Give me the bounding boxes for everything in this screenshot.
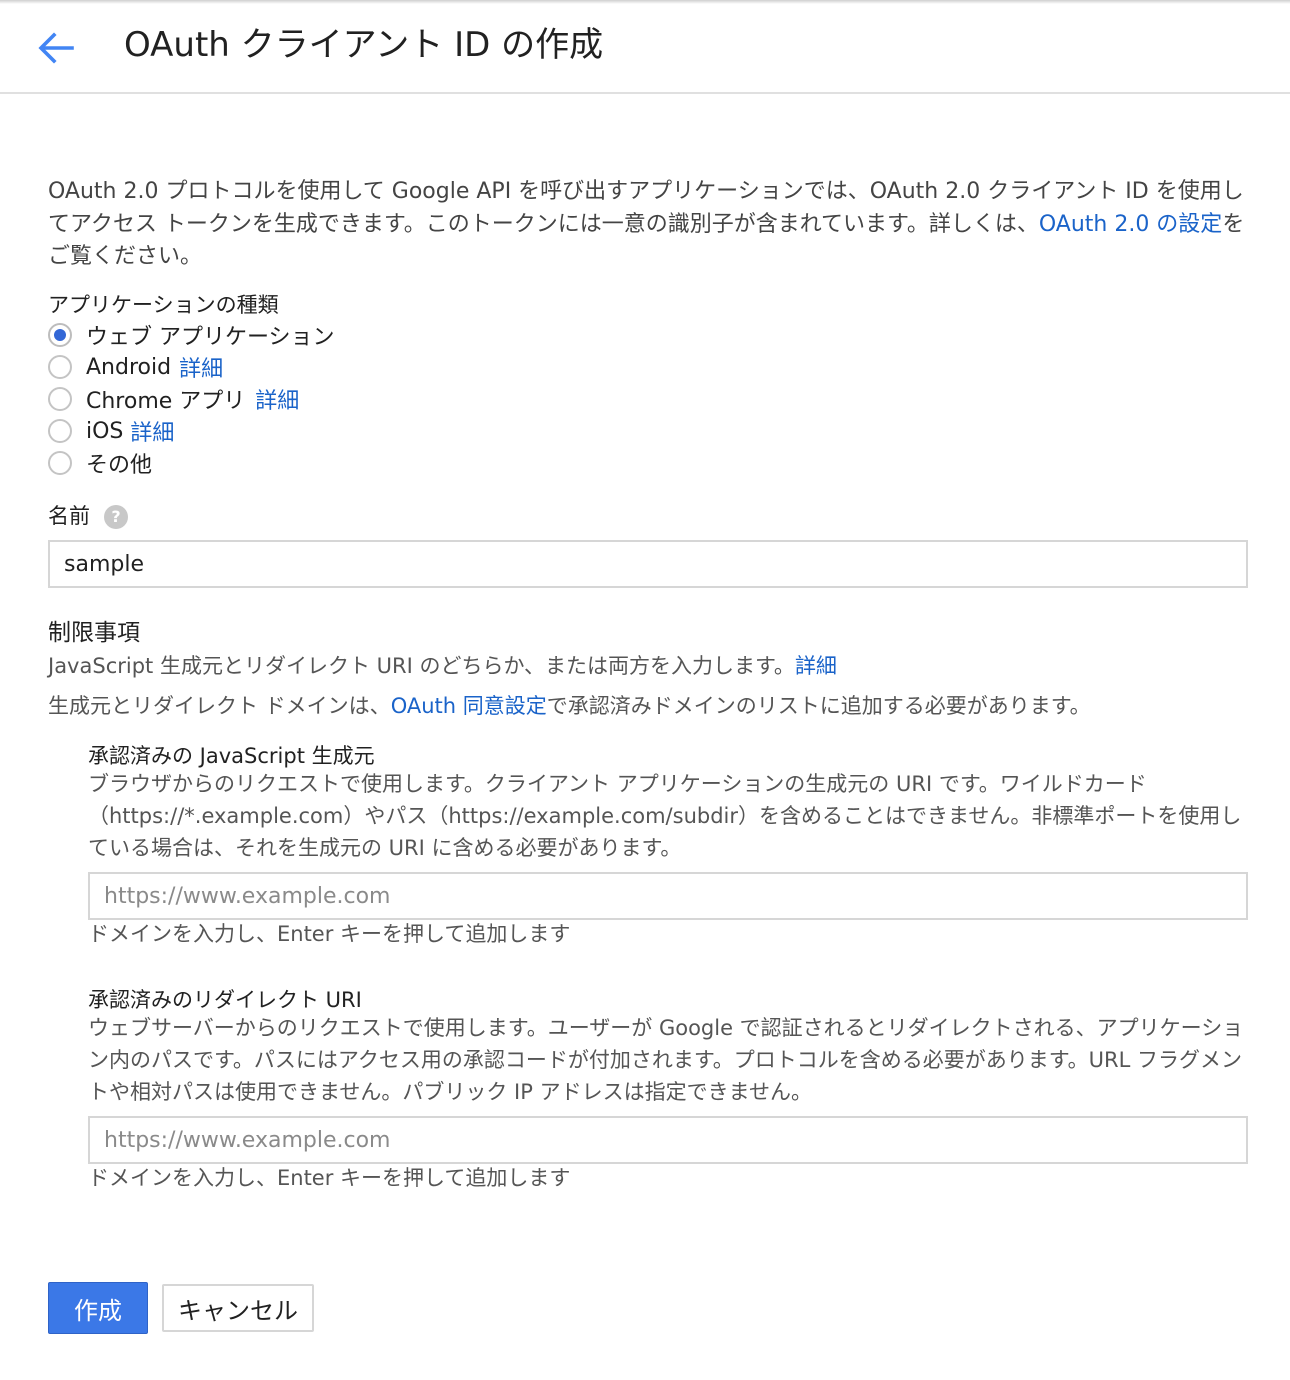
oauth-settings-link[interactable]: OAuth 2.0 の設定	[1039, 212, 1222, 237]
help-icon[interactable]: ?	[104, 505, 128, 529]
radio-checked-dot	[54, 329, 66, 341]
radio-label-chrome[interactable]: Chrome アプリ	[86, 383, 245, 415]
ios-details-link[interactable]: 詳細	[130, 415, 174, 447]
restrictions-desc-1-text: JavaScript 生成元とリダイレクト URI のどちらか、または両方を入力…	[48, 654, 795, 678]
radio-button-web[interactable]	[48, 323, 72, 347]
js-origins-description: ブラウザからのリクエストで使用します。クライアント アプリケーションの生成元の …	[88, 772, 1242, 860]
create-button[interactable]: 作成	[48, 1282, 148, 1334]
radio-option-other[interactable]: その他	[48, 447, 152, 479]
restrictions-desc-1: JavaScript 生成元とリダイレクト URI のどちらか、または両方を入力…	[48, 650, 837, 682]
radio-option-web[interactable]: ウェブ アプリケーション	[48, 319, 335, 351]
name-label-row: 名前?	[48, 501, 128, 531]
redirect-uri-input[interactable]	[88, 1116, 1248, 1164]
radio-button-other[interactable]	[48, 451, 72, 475]
restrictions-title: 制限事項	[48, 620, 140, 646]
js-origins-title: 承認済みの JavaScript 生成元	[88, 744, 375, 768]
restrictions-desc-2-before: 生成元とリダイレクト ドメインは、	[48, 694, 391, 718]
arrow-back-icon	[38, 32, 74, 64]
radio-button-chrome[interactable]	[48, 387, 72, 411]
radio-label-other[interactable]: その他	[86, 447, 152, 479]
redirect-uri-hint: ドメインを入力し、Enter キーを押して追加します	[88, 1166, 571, 1190]
js-origin-hint: ドメインを入力し、Enter キーを押して追加します	[88, 922, 571, 946]
app-type-label: アプリケーションの種類	[48, 293, 279, 317]
name-label: 名前	[48, 504, 90, 528]
radio-label-web[interactable]: ウェブ アプリケーション	[86, 319, 335, 351]
page-header: OAuth クライアント ID の作成	[0, 0, 1290, 94]
restrictions-details-link[interactable]: 詳細	[795, 654, 837, 678]
chrome-details-link[interactable]: 詳細	[255, 383, 299, 415]
cancel-button[interactable]: キャンセル	[162, 1284, 314, 1332]
android-details-link[interactable]: 詳細	[179, 351, 223, 383]
page-title: OAuth クライアント ID の作成	[124, 25, 604, 65]
redirect-uris-description: ウェブサーバーからのリクエストで使用します。ユーザーが Google で認証され…	[88, 1016, 1244, 1104]
name-input[interactable]	[48, 540, 1248, 588]
js-origin-input[interactable]	[88, 872, 1248, 920]
radio-option-chrome[interactable]: Chrome アプリ 詳細	[48, 383, 299, 415]
radio-option-android[interactable]: Android 詳細	[48, 351, 223, 383]
intro-text: OAuth 2.0 プロトコルを使用して Google API を呼び出すアプリ…	[48, 176, 1248, 274]
radio-button-android[interactable]	[48, 355, 72, 379]
radio-label-ios[interactable]: iOS	[86, 419, 123, 444]
back-button[interactable]	[34, 28, 78, 68]
radio-label-android[interactable]: Android	[86, 355, 171, 380]
restrictions-desc-2: 生成元とリダイレクト ドメインは、OAuth 同意設定で承認済みドメインのリスト…	[48, 690, 1091, 722]
radio-button-ios[interactable]	[48, 419, 72, 443]
radio-option-ios[interactable]: iOS 詳細	[48, 415, 174, 447]
oauth-consent-link[interactable]: OAuth 同意設定	[391, 694, 547, 718]
redirect-uris-title: 承認済みのリダイレクト URI	[88, 988, 362, 1012]
restrictions-desc-2-after: で承認済みドメインのリストに追加する必要があります。	[546, 694, 1091, 718]
